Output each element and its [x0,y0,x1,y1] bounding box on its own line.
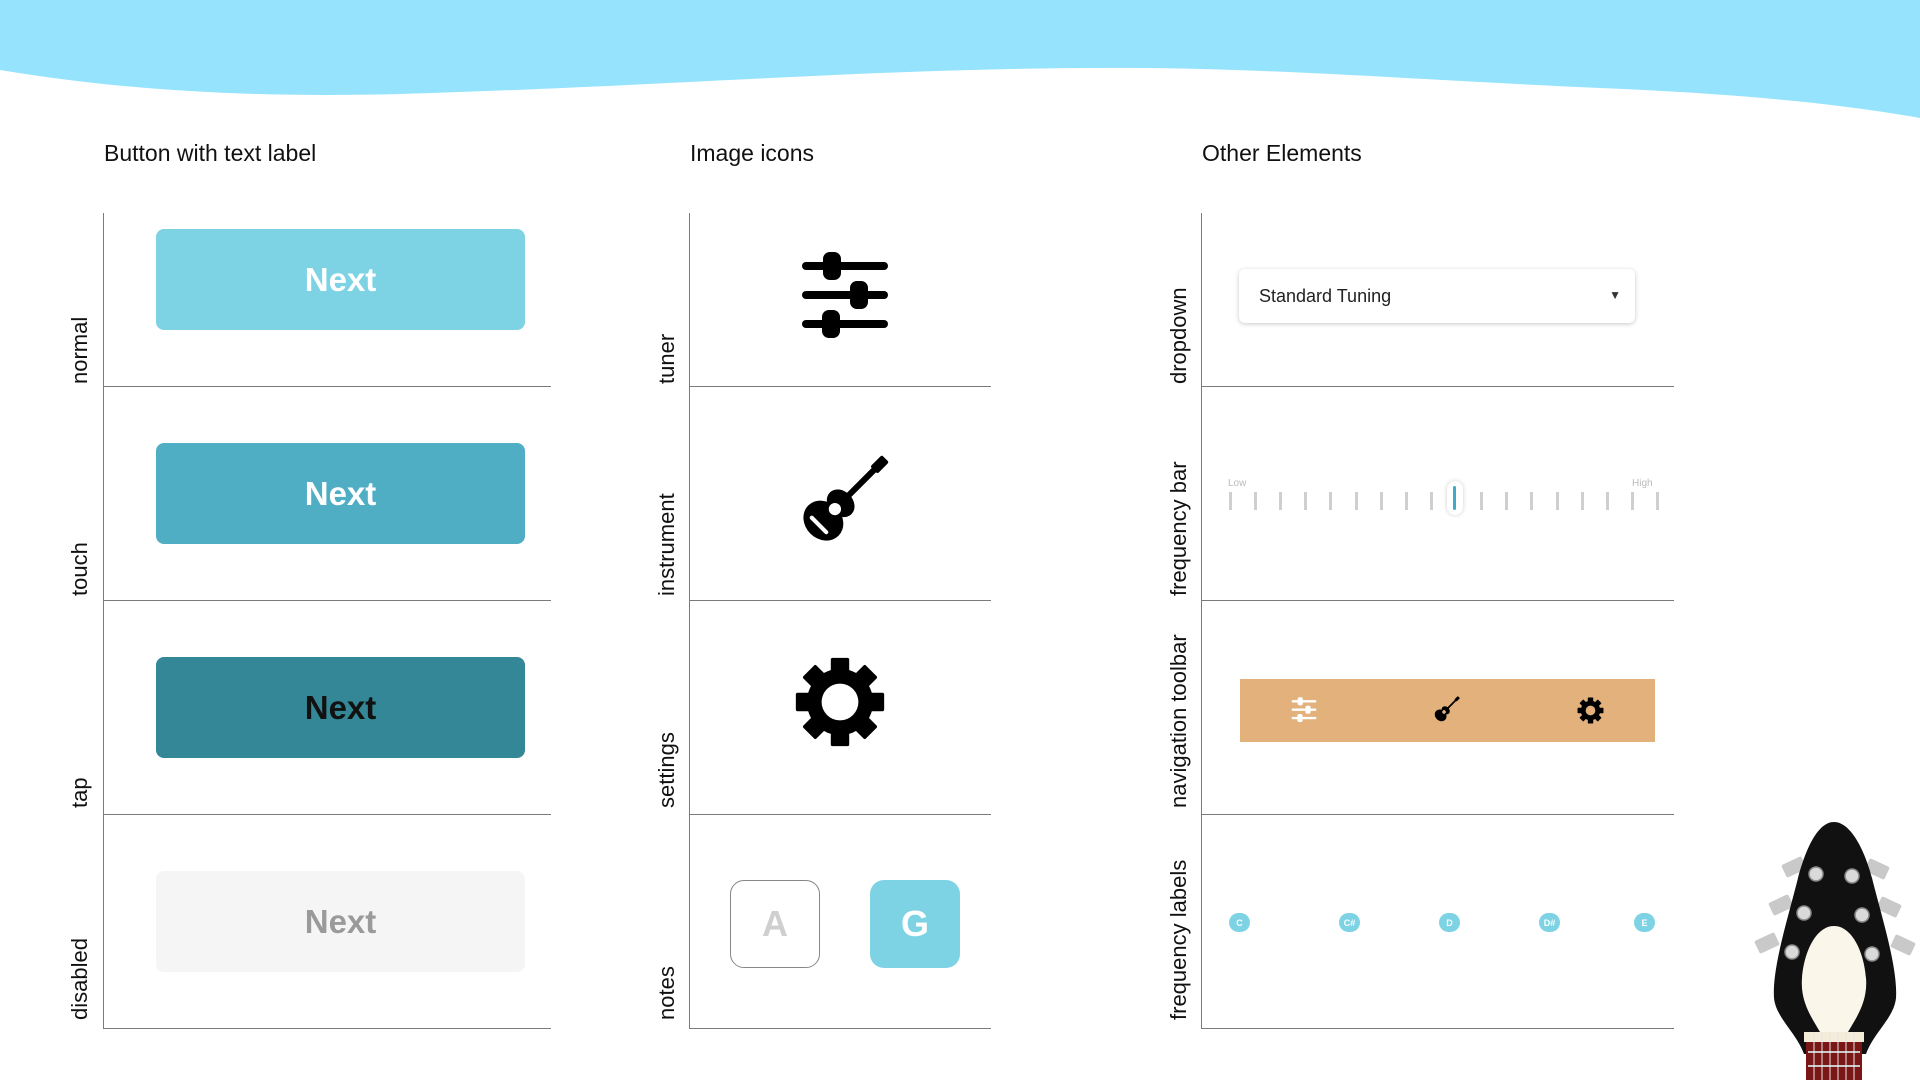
next-button-disabled: Next [156,871,525,972]
gear-icon[interactable] [794,656,886,748]
row-label-frequency-bar: frequency bar [1166,461,1191,596]
divider [103,1028,551,1029]
nav-settings-icon[interactable] [1577,697,1604,724]
divider [1201,386,1674,387]
freq-high-label: High [1632,478,1653,489]
guitar-headstock-icon [1754,822,1916,1080]
divider [689,386,991,387]
freq-label-e: E [1634,913,1655,932]
tuning-dropdown-value: Standard Tuning [1259,285,1392,306]
divider [689,814,991,815]
frequency-tick [1555,492,1559,510]
frequency-tick [1329,492,1333,510]
next-button-touch[interactable]: Next [156,443,525,544]
frequency-tick [1379,492,1383,510]
needle-indicator [1453,486,1457,510]
frequency-needle[interactable] [1447,481,1464,515]
row-label-frequency-labels: frequency labels [1166,859,1191,1020]
nav-instrument-icon[interactable] [1432,692,1462,726]
divider [689,1028,991,1029]
frequency-tick [1279,492,1283,510]
frequency-tick [1354,492,1358,510]
row-label-notes: notes [654,966,679,1020]
row-label-disabled: disabled [67,938,92,1020]
other-section-title: Other Elements [1202,140,1362,166]
frequency-tick [1254,492,1258,510]
freq-label-c-sharp: C# [1339,913,1360,932]
freq-low-label: Low [1228,478,1247,489]
row-label-settings: settings [654,732,679,808]
guitar-icon[interactable] [794,448,896,550]
frequency-tick [1605,492,1609,510]
navigation-toolbar [1240,679,1655,742]
freq-label-d-sharp: D# [1539,913,1560,932]
row-label-normal: normal [67,316,92,384]
sliders-icon[interactable] [800,250,890,342]
divider [1201,600,1674,601]
frequency-tick [1630,492,1634,510]
note-a-button[interactable]: A [730,880,820,968]
header-wave [0,0,1920,118]
frequency-tick [1656,492,1659,510]
frequency-tick [1480,492,1484,510]
tuning-dropdown[interactable]: Standard Tuning ▼ [1239,269,1635,323]
frequency-tick [1505,492,1509,510]
other-axis [1201,213,1202,1029]
frequency-tick [1530,492,1534,510]
next-button-normal[interactable]: Next [156,229,525,330]
icons-axis [689,213,690,1029]
next-button-tap[interactable]: Next [156,657,525,758]
frequency-tick [1229,492,1232,510]
row-label-touch: touch [67,542,92,596]
divider [689,600,991,601]
freq-label-d: D [1439,913,1460,932]
divider [103,814,551,815]
row-label-dropdown: dropdown [1166,287,1191,384]
divider [1201,1028,1674,1029]
frequency-tick [1429,492,1433,510]
divider [103,386,551,387]
row-label-tap: tap [67,777,92,808]
buttons-axis [103,213,104,1029]
freq-label-c: C [1229,913,1250,932]
icons-section-title: Image icons [690,140,815,166]
buttons-section-title: Button with text label [104,140,317,166]
divider [1201,814,1674,815]
row-label-navigation-toolbar: navigation toolbar [1166,634,1191,808]
nav-tuner-icon[interactable] [1291,692,1317,728]
row-label-tuner: tuner [654,333,679,384]
note-g-button[interactable]: G [870,880,960,968]
row-label-instrument: instrument [654,493,679,596]
divider [103,600,551,601]
frequency-tick [1304,492,1308,510]
frequency-tick [1580,492,1584,510]
caret-down-icon: ▼ [1609,288,1621,302]
frequency-tick [1404,492,1408,510]
